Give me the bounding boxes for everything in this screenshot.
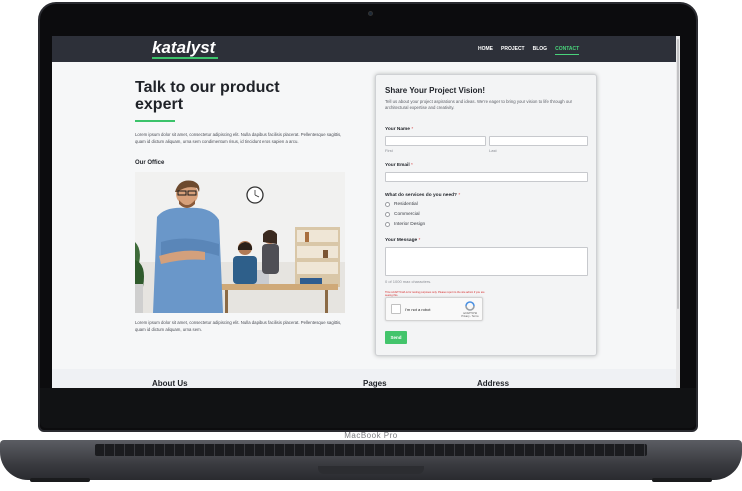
outro-text: Lorem ipsum dolor sit amet, consectetur …: [135, 320, 342, 332]
char-count: 0 of 1000 max characters.: [385, 279, 432, 284]
camera-icon: [368, 11, 373, 16]
scrollbar-thumb[interactable]: [677, 39, 679, 309]
menu-item-contact[interactable]: CONTACT: [555, 46, 580, 55]
laptop-chin: [40, 388, 696, 428]
intro-text: Lorem ipsum dolor sit amet, consectetur …: [135, 132, 342, 144]
page-title: Talk to our product expert: [135, 79, 280, 113]
radio-button[interactable]: [385, 222, 390, 227]
main-menu: HOME PROJECT BLOG CONTACT: [478, 46, 580, 55]
site-logo[interactable]: katalyst: [152, 38, 215, 58]
laptop-foot: [652, 478, 712, 482]
email-label: Your Email *: [385, 163, 413, 168]
keyboard: [95, 444, 647, 456]
menu-item-project[interactable]: PROJECT: [501, 46, 525, 55]
office-heading: Our Office: [135, 160, 165, 166]
form-subtitle: Tell us about your project aspirations a…: [385, 99, 573, 110]
footer-heading-about: About Us: [152, 379, 188, 388]
captcha-brand: reCAPTCHA Privacy - Terms: [461, 312, 479, 318]
logo-underline: [152, 57, 218, 59]
name-label: Your Name *: [385, 127, 414, 132]
title-underline: [135, 120, 175, 122]
services-label: What do services do you need? *: [385, 193, 461, 198]
last-name-hint: Last: [489, 148, 497, 153]
captcha-checkbox[interactable]: [391, 304, 401, 314]
message-textarea[interactable]: [385, 247, 588, 276]
service-option-commercial[interactable]: Commercial: [385, 212, 420, 217]
menu-item-blog[interactable]: BLOG: [533, 46, 547, 55]
recaptcha-icon: [465, 301, 475, 311]
service-option-interior-design[interactable]: Interior Design: [385, 222, 425, 227]
contact-form-card: Share Your Project Vision! Tell us about…: [375, 74, 597, 356]
office-photo: [135, 172, 345, 313]
site-header: katalyst HOME PROJECT BLOG CONTACT: [52, 36, 680, 62]
service-option-residential[interactable]: Residential: [385, 202, 418, 207]
page-scrollbar[interactable]: [676, 36, 680, 388]
captcha-label: I'm not a robot: [405, 307, 431, 312]
email-input[interactable]: [385, 172, 588, 182]
footer-heading-address: Address: [477, 379, 510, 388]
first-name-input[interactable]: [385, 136, 486, 146]
browser-viewport: katalyst HOME PROJECT BLOG CONTACT Talk …: [52, 36, 680, 388]
first-name-hint: First: [385, 148, 393, 153]
radio-button[interactable]: [385, 212, 390, 217]
last-name-input[interactable]: [489, 136, 588, 146]
message-label: Your Message *: [385, 238, 421, 243]
send-button[interactable]: Send: [385, 331, 407, 344]
recaptcha-widget: I'm not a robot reCAPTCHA Privacy - Terms: [385, 297, 483, 321]
menu-item-home[interactable]: HOME: [478, 46, 493, 55]
footer-heading-pages: Pages: [363, 379, 387, 388]
laptop-foot: [30, 478, 90, 482]
form-title: Share Your Project Vision!: [385, 86, 486, 95]
laptop-frame: MacBook Pro katalyst HOME PROJECT BLOG C…: [0, 0, 742, 491]
trackpad-notch: [318, 466, 424, 474]
radio-button[interactable]: [385, 202, 390, 207]
device-label: MacBook Pro: [344, 431, 398, 440]
